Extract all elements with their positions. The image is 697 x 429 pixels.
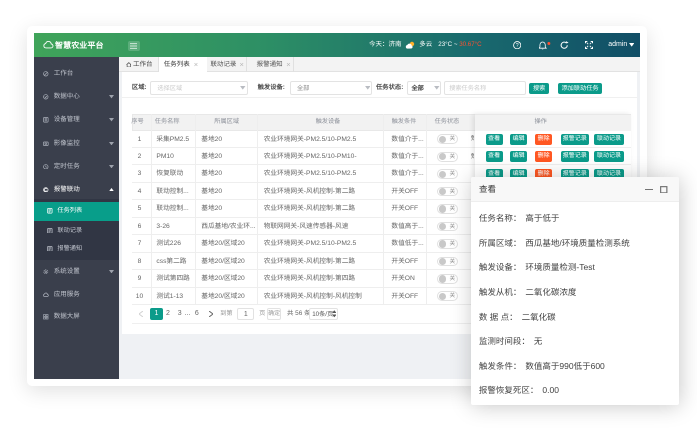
svg-text:?: ? (516, 43, 519, 49)
